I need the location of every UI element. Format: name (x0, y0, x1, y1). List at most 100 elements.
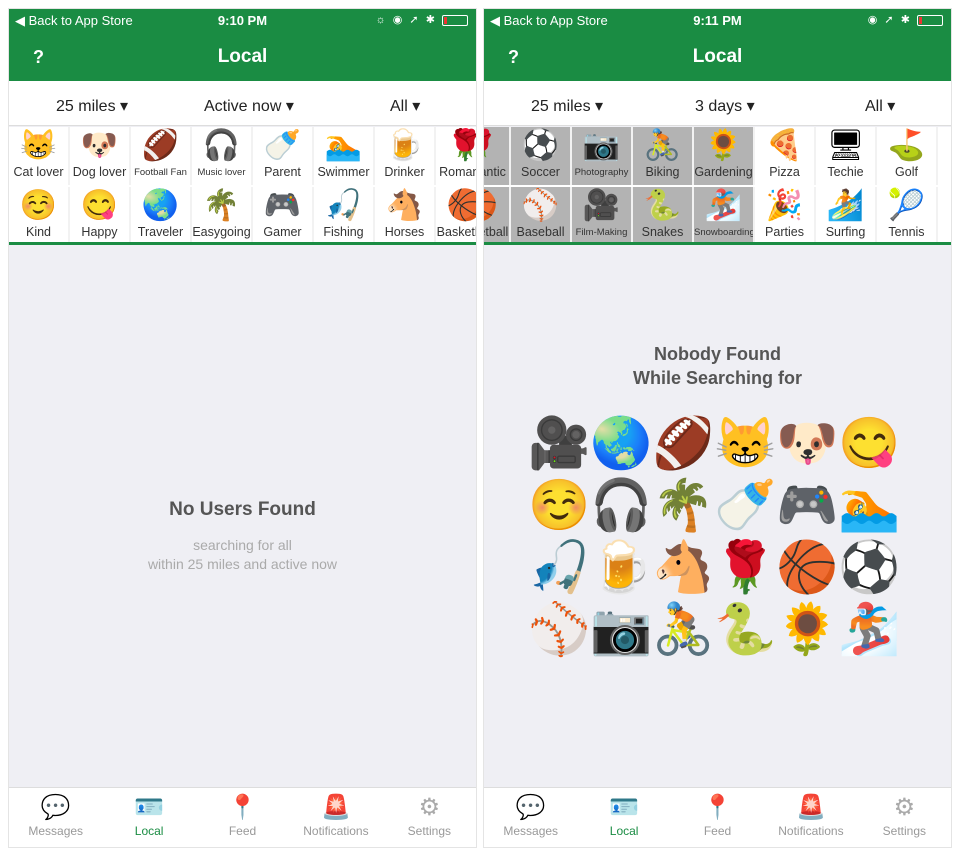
interest-basketball[interactable]: 🏀Basketball (436, 187, 476, 243)
search-emoji-icon: 😸 (714, 415, 777, 471)
interest-emoji-icon: 🍺 (385, 129, 424, 162)
tab-feed[interactable]: 📍 Feed (671, 788, 764, 847)
screen-right: ◀ Back to App Store 9:11 PM ◉ ➚ ✱ ? Loca… (483, 8, 952, 848)
status-bar: ◀ Back to App Store 9:11 PM ◉ ➚ ✱ (484, 13, 951, 29)
interest-label: Gamer (263, 225, 302, 239)
tab-label: Feed (703, 824, 732, 838)
interest-emoji-icon: ⚾ (521, 189, 560, 222)
interest-parent[interactable]: 🍼 Parent (253, 127, 314, 185)
interest-label: Techie (827, 165, 864, 179)
tab-messages[interactable]: 💬 Messages (484, 788, 577, 847)
interest-label: Parties (765, 225, 804, 239)
empty-line-1: While Searching for (632, 368, 803, 388)
interest-drinker[interactable]: 🍺 Drinker (375, 127, 436, 185)
battery-icon (442, 14, 468, 26)
filter-bar: 25 miles ▾ 3 days ▾ All ▾ (484, 81, 951, 126)
interest-parties[interactable]: 🎉 Parties (755, 187, 816, 243)
tab-label: Local (609, 824, 639, 838)
id-card-icon: 🪪 (609, 794, 640, 821)
interest-pizza[interactable]: 🍕 Pizza (755, 127, 816, 185)
interest-label: Easygoing (192, 225, 251, 239)
search-emoji-icon: 📷 (590, 601, 653, 657)
gender-dropdown[interactable]: All ▾ (390, 96, 420, 116)
interest-label: Basketball (436, 225, 476, 239)
interest-emoji-icon: 😸 (19, 129, 58, 162)
tab-feed[interactable]: 📍 Feed (196, 788, 289, 847)
page-title: Local (217, 46, 268, 67)
tab-settings[interactable]: ⚙ Settings (383, 788, 476, 847)
interest-basketball[interactable]: 🏀Basketball (484, 187, 511, 243)
interest-emoji-icon: 🚴 (643, 129, 682, 162)
interest-film-making[interactable]: 🎥 Film-Making (572, 187, 633, 243)
interest-emoji-icon: 🐴 (385, 189, 424, 222)
interest-swimmer[interactable]: 🏊 Swimmer (314, 127, 375, 185)
interest-fishing[interactable]: 🎣 Fishing (314, 187, 375, 243)
interest-kind[interactable]: ☺️ Kind (9, 187, 70, 243)
interest-football-fan[interactable]: 🏈 Football Fan (131, 127, 192, 185)
interest-cat-lover[interactable]: 😸 Cat lover (9, 127, 70, 185)
tab-messages[interactable]: 💬 Messages (9, 788, 102, 847)
interest-e[interactable]: E (938, 127, 951, 185)
interest-music-lover[interactable]: 🎧 Music lover (192, 127, 253, 185)
interest-emoji-icon (938, 127, 951, 165)
activity-dropdown[interactable]: 3 days ▾ (695, 96, 755, 116)
distance-dropdown[interactable]: 25 miles ▾ (531, 96, 603, 116)
search-emoji-icon: 🍺 (590, 539, 653, 595)
search-emoji-icon: 🐍 (714, 601, 777, 657)
divider (484, 242, 951, 245)
interest-gamer[interactable]: 🎮 Gamer (253, 187, 314, 243)
interest-grid[interactable]: 😸Cat lover🐶Dog lover🏈Football Fan🎧Music … (9, 127, 476, 243)
tab-settings[interactable]: ⚙ Settings (858, 788, 951, 847)
interest-snakes[interactable]: 🐍 Snakes (633, 187, 694, 243)
interest-label: Swimmer (317, 165, 370, 179)
search-emoji-icon: 🏊 (838, 477, 901, 533)
filter-bar: 25 miles ▾ Active now ▾ All ▾ (9, 81, 476, 126)
distance-dropdown[interactable]: 25 miles ▾ (56, 96, 128, 116)
interest-label: Dog lover (72, 165, 127, 179)
interest-romantic[interactable]: 🌹Romantic (484, 127, 511, 185)
interest-romantic[interactable]: 🌹Romantic (436, 127, 476, 185)
interest-dog-lover[interactable]: 🐶 Dog lover (70, 127, 131, 185)
interest-photography[interactable]: 📷 Photography (572, 127, 633, 185)
interest-emoji-icon: 🖥 (826, 129, 865, 162)
interest-label: Tennis (888, 225, 925, 239)
gender-dropdown[interactable]: All ▾ (865, 96, 895, 116)
gear-icon: ⚙ (893, 794, 916, 821)
tab-notifications[interactable]: 🚨 Notifications (289, 788, 382, 847)
interest-emoji-icon: 🏂 (704, 189, 743, 222)
search-emoji-icon: 🎮 (776, 477, 839, 533)
interest-surfing[interactable]: 🏄 Surfing (816, 187, 877, 243)
tab-label: Local (134, 824, 164, 838)
interest-techie[interactable]: 🖥 Techie (816, 127, 877, 185)
interest-soccer[interactable]: ⚽ Soccer (511, 127, 572, 185)
activity-dropdown[interactable]: Active now ▾ (204, 96, 294, 116)
interest-label: Basketball (484, 225, 509, 239)
interest-biking[interactable]: 🚴 Biking (633, 127, 694, 185)
tab-bar: 💬 Messages 🪪 Local 📍 Feed 🚨 Notifications ⚙ Setti… (484, 787, 951, 847)
interest-empty[interactable] (938, 187, 951, 243)
interest-emoji-icon: 🌹 (484, 127, 509, 165)
tab-local[interactable]: 🪪 Local (102, 788, 195, 847)
interest-traveler[interactable]: 🌏 Traveler (131, 187, 192, 243)
interest-gardening[interactable]: 🌻 Gardening (694, 127, 755, 185)
search-emoji-icon: 🐴 (652, 539, 715, 595)
interest-grid[interactable]: 😸Cat lover🐶Dog lover🏈Football Fan🎧Music … (484, 127, 951, 243)
interest-label: Football Fan (134, 167, 187, 178)
interest-baseball[interactable]: ⚾ Baseball (511, 187, 572, 243)
interest-horses[interactable]: 🐴 Horses (375, 187, 436, 243)
interest-label: Gardening (694, 165, 753, 179)
interest-happy[interactable]: 😋 Happy (70, 187, 131, 243)
tab-notifications[interactable]: 🚨 Notifications (764, 788, 857, 847)
search-emoji-icon: ⚾ (528, 601, 591, 657)
interest-label: Horses (384, 225, 425, 239)
interest-emoji-icon: 🎾 (887, 189, 926, 222)
interest-snowboarding[interactable]: 🏂 Snowboarding (694, 187, 755, 243)
search-emoji-icon: 🌹 (714, 539, 777, 595)
tab-local[interactable]: 🪪 Local (577, 788, 670, 847)
interest-golf[interactable]: ⛳ Golf (877, 127, 938, 185)
interest-easygoing[interactable]: 🌴 Easygoing (192, 187, 253, 243)
interest-emoji-icon: 🌴 (202, 189, 241, 222)
interest-emoji-icon: 🎧 (202, 129, 241, 162)
interest-tennis[interactable]: 🎾 Tennis (877, 187, 938, 243)
search-emoji-icon: 🍼 (714, 477, 777, 533)
